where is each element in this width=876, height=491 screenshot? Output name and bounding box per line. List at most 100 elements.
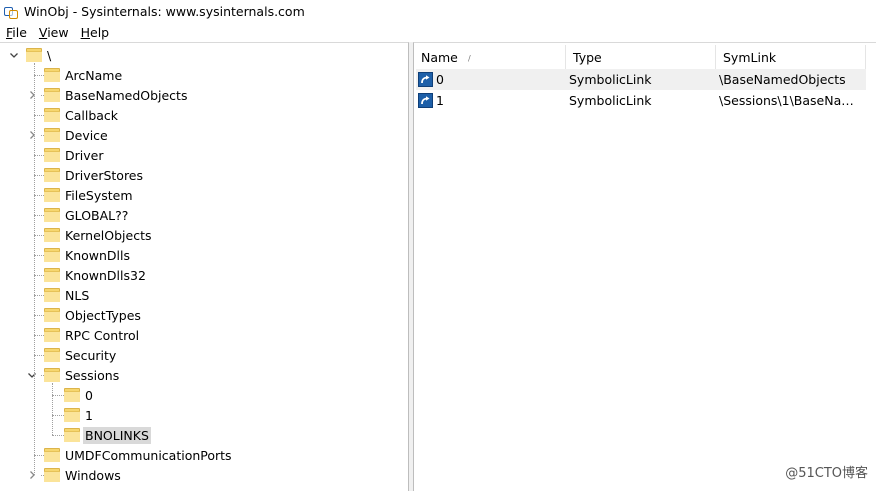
sort-indicator-icon: / <box>468 54 471 63</box>
tree-item-label: ArcName <box>65 67 123 83</box>
folder-icon <box>44 247 60 263</box>
tree-item-label: Security <box>65 347 117 363</box>
tree-connector-line <box>34 295 44 296</box>
tree-item-sessions-bnolinks[interactable]: BNOLINKS <box>64 425 151 445</box>
column-header-type[interactable]: Type <box>566 45 716 69</box>
collapse-chevron-icon[interactable] <box>26 365 38 385</box>
menu-help[interactable]: Help <box>75 25 116 40</box>
tree-item-label: ObjectTypes <box>65 307 141 323</box>
tree-connector-line <box>34 115 44 116</box>
folder-icon <box>64 387 80 403</box>
folder-icon <box>44 447 60 463</box>
tree-connector-line <box>34 175 44 176</box>
menu-view[interactable]: View <box>33 25 75 40</box>
folder-icon <box>44 107 60 123</box>
symbolic-link-icon <box>418 93 433 108</box>
cell-name: 1 <box>436 93 444 108</box>
cell-name: 0 <box>436 72 444 87</box>
watermark: @51CTO博客 <box>785 466 868 481</box>
tree-connector-line <box>41 135 44 136</box>
folder-icon <box>44 347 60 363</box>
tree-connector-line <box>34 335 44 336</box>
tree-connector-line <box>34 315 44 316</box>
tree-item-knowndlls[interactable]: KnownDlls <box>44 245 132 265</box>
tree-connector-line <box>34 355 44 356</box>
tree-item-basenamedobjects[interactable]: BaseNamedObjects <box>44 85 189 105</box>
expand-chevron-icon[interactable] <box>26 465 38 485</box>
tree-item-label: UMDFCommunicationPorts <box>65 447 232 463</box>
tree-item-label: Callback <box>65 107 119 123</box>
cell-type: SymbolicLink <box>569 72 652 87</box>
tree-item-label: FileSystem <box>65 187 133 203</box>
tree-item-label: 0 <box>85 387 93 403</box>
folder-icon <box>44 187 60 203</box>
tree-connector-line <box>34 63 35 475</box>
tree-item-knowndlls32[interactable]: KnownDlls32 <box>44 265 148 285</box>
tree-connector-line <box>52 383 53 435</box>
folder-icon <box>44 367 60 383</box>
collapse-chevron-icon[interactable] <box>8 45 20 65</box>
folder-icon <box>44 147 60 163</box>
tree-item-global[interactable]: GLOBAL?? <box>44 205 130 225</box>
expand-chevron-icon[interactable] <box>26 125 38 145</box>
tree-connector-line <box>41 375 44 376</box>
folder-icon <box>64 427 80 443</box>
object-list[interactable]: Name / Type SymLink 0 SymbolicLink \BaseNa… <box>413 42 876 491</box>
folder-icon <box>44 207 60 223</box>
tree-item-sessions-0[interactable]: 0 <box>64 385 95 405</box>
tree-item-umdfcommunicationports[interactable]: UMDFCommunicationPorts <box>44 445 234 465</box>
tree-item-objecttypes[interactable]: ObjectTypes <box>44 305 143 325</box>
folder-icon <box>44 87 60 103</box>
tree-item-arcname[interactable]: ArcName <box>44 65 124 85</box>
tree-item-callback[interactable]: Callback <box>44 105 120 125</box>
tree-item-sessions[interactable]: Sessions <box>44 365 121 385</box>
folder-icon <box>44 327 60 343</box>
tree-item-security[interactable]: Security <box>44 345 118 365</box>
tree-connector-line <box>41 95 44 96</box>
folder-icon <box>64 407 80 423</box>
folder-icon <box>44 287 60 303</box>
winobj-app-icon <box>3 4 19 20</box>
tree-item-label: GLOBAL?? <box>65 207 129 223</box>
tree-item-label: BNOLINKS <box>83 426 151 444</box>
tree-item-windows[interactable]: Windows <box>44 465 123 485</box>
folder-icon <box>44 307 60 323</box>
column-header-name[interactable]: Name / <box>414 45 566 69</box>
tree-item-nls[interactable]: NLS <box>44 285 91 305</box>
cell-symlink: \BaseNamedObjects <box>719 72 846 87</box>
list-row[interactable]: 0 SymbolicLink \BaseNamedObjects <box>416 69 866 90</box>
tree-item-label: KnownDlls32 <box>65 267 146 283</box>
tree-connector-line <box>52 435 64 436</box>
tree-item-filesystem[interactable]: FileSystem <box>44 185 135 205</box>
tree-item-driver[interactable]: Driver <box>44 145 105 165</box>
menu-bar: File View Help <box>0 23 876 42</box>
expand-chevron-icon[interactable] <box>26 85 38 105</box>
cell-type: SymbolicLink <box>569 93 652 108</box>
tree-item-label: \ <box>47 47 52 63</box>
tree-item-label: Sessions <box>65 367 120 383</box>
tree-connector-line <box>41 475 44 476</box>
list-row[interactable]: 1 SymbolicLink \Sessions\1\BaseNam... <box>416 90 866 111</box>
column-header-symlink[interactable]: SymLink <box>716 45 866 69</box>
tree-item-driverstores[interactable]: DriverStores <box>44 165 145 185</box>
tree-connector-line <box>34 215 44 216</box>
cell-symlink: \Sessions\1\BaseNam... <box>719 93 862 108</box>
menu-file[interactable]: File <box>0 25 33 40</box>
tree-connector-line <box>34 235 44 236</box>
window-title: WinObj - Sysinternals: www.sysinternals.… <box>24 4 305 19</box>
folder-icon <box>44 67 60 83</box>
tree-item-label: DriverStores <box>65 167 144 183</box>
tree-connector-line <box>34 195 44 196</box>
object-tree[interactable]: \ ArcName BaseNamedObjects Callback Device Dr… <box>0 42 409 491</box>
tree-item-label: Windows <box>65 467 121 483</box>
tree-item-kernelobjects[interactable]: KernelObjects <box>44 225 154 245</box>
tree-connector-line <box>34 155 44 156</box>
tree-item-label: Device <box>65 127 108 143</box>
tree-connector-line <box>34 455 44 456</box>
tree-item-rpc-control[interactable]: RPC Control <box>44 325 141 345</box>
symbolic-link-icon <box>418 72 433 87</box>
tree-item-sessions-1[interactable]: 1 <box>64 405 95 425</box>
tree-item-device[interactable]: Device <box>44 125 110 145</box>
tree-item-label: NLS <box>65 287 90 303</box>
tree-item-root[interactable]: \ <box>26 45 53 65</box>
